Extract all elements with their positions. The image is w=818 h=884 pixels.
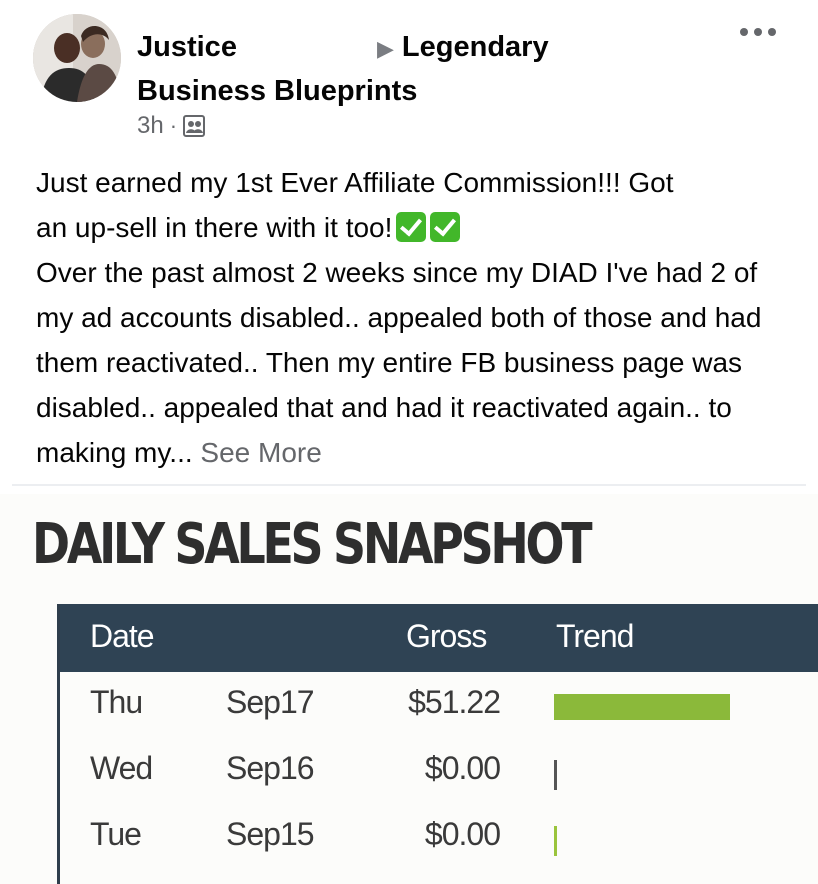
check-mark-icon — [396, 212, 427, 242]
row-date: Sep15 — [226, 816, 315, 852]
row-date: Sep16 — [226, 750, 315, 786]
group-name-line1[interactable]: Legendary — [402, 31, 549, 63]
sales-table: Date Gross Trend Thu Sep17 $51.22 Wed Se… — [57, 604, 818, 884]
trend-tick — [554, 760, 557, 790]
group-icon — [183, 115, 206, 137]
arrow-right-icon: ▶ — [377, 36, 394, 61]
row-day: Thu — [90, 684, 143, 720]
see-more-link[interactable]: See More — [200, 437, 321, 468]
row-day: Tue — [90, 816, 142, 852]
header-date: Date — [90, 618, 155, 654]
post-header: Justice ▶ Legendary Business Blueprints 3h… — [0, 0, 818, 150]
author-avatar[interactable] — [33, 14, 121, 102]
post-author-line: Justice ▶ Legendary Business Blueprints — [137, 26, 697, 112]
table-row: Tue Sep15 $0.00 — [60, 804, 818, 868]
more-options-icon[interactable] — [740, 22, 776, 42]
post-text: Just earned my 1st Ever Affiliate Commis… — [36, 160, 796, 475]
divider — [12, 484, 806, 486]
header-trend: Trend — [556, 618, 634, 654]
post-image[interactable]: DAILY SALES SNAPSHOT Date Gross Trend Th… — [0, 494, 818, 884]
row-day: Wed — [90, 750, 153, 786]
post-time[interactable]: 3h — [137, 112, 164, 140]
table-header: Date Gross Trend — [60, 604, 818, 672]
post-text-line2: an up-sell in there with it too! — [36, 205, 796, 250]
author-name[interactable]: Justice — [137, 26, 377, 68]
avatar-photo — [33, 14, 121, 102]
trend-tick — [554, 826, 557, 856]
table-row: Wed Sep16 $0.00 — [60, 738, 818, 802]
post-text-body: Over the past almost 2 weeks since my DI… — [36, 250, 796, 475]
post-text-body-content: Over the past almost 2 weeks since my DI… — [36, 257, 762, 468]
row-gross: $51.22 — [408, 684, 501, 720]
header-gross: Gross — [406, 618, 487, 654]
post-text-line2-content: an up-sell in there with it too! — [36, 212, 393, 243]
row-gross: $0.00 — [424, 816, 501, 852]
row-date: Sep17 — [226, 684, 315, 720]
snapshot-title: DAILY SALES SNAPSHOT — [32, 512, 593, 577]
group-name-line2[interactable]: Business Blueprints — [137, 70, 697, 112]
meta-separator: · — [169, 113, 178, 138]
post-text-line1: Just earned my 1st Ever Affiliate Commis… — [36, 167, 674, 198]
check-mark-icon — [430, 212, 461, 242]
post-meta: 3h · — [137, 112, 206, 140]
trend-bar — [554, 694, 730, 720]
table-row: Thu Sep17 $51.22 — [60, 672, 818, 736]
row-gross: $0.00 — [424, 750, 501, 786]
